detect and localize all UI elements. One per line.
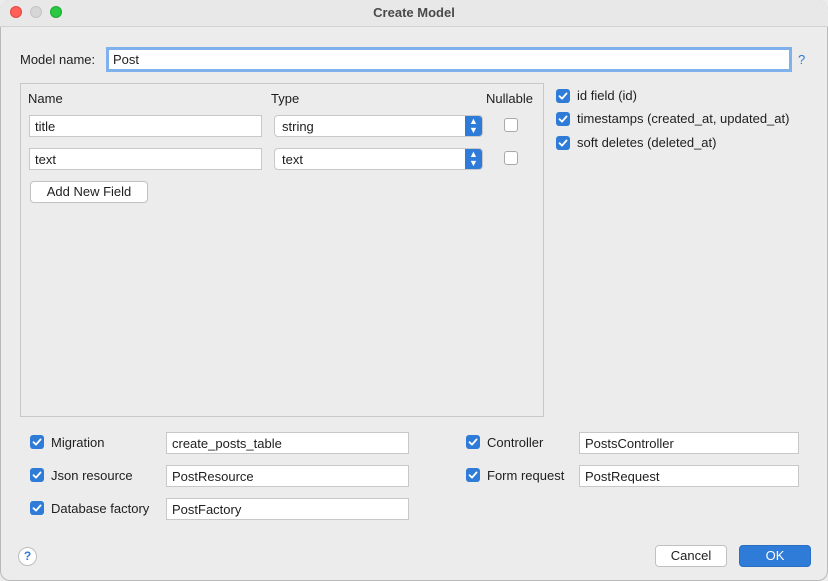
checkmark-icon (468, 471, 478, 479)
controller-checkbox[interactable] (466, 435, 480, 449)
column-header-name: Name (28, 91, 63, 106)
field-type-value: text (282, 152, 303, 167)
migration-input[interactable] (166, 432, 409, 454)
timestamps-label: timestamps (created_at, updated_at) (577, 111, 790, 126)
column-header-type: Type (271, 91, 300, 106)
model-name-input[interactable] (106, 47, 792, 72)
id-field-checkbox[interactable] (556, 89, 570, 103)
add-new-field-button[interactable]: Add New Field (30, 181, 148, 203)
form-request-checkbox[interactable] (466, 468, 480, 482)
field-name-input-title[interactable] (29, 115, 262, 137)
checkmark-icon (468, 438, 478, 446)
field-type-select-title[interactable]: string ▲ ▼ (274, 115, 483, 137)
dialog-title: Create Model (373, 5, 455, 20)
chevron-up-down-icon: ▲ ▼ (465, 149, 482, 169)
json-resource-input[interactable] (166, 465, 409, 487)
nullable-checkbox-title[interactable] (504, 118, 518, 132)
column-header-nullable: Nullable (486, 91, 533, 106)
model-name-help-link[interactable]: ? (798, 52, 805, 67)
timestamps-checkbox[interactable] (556, 112, 570, 126)
database-factory-checkbox[interactable] (30, 501, 44, 515)
form-request-input[interactable] (579, 465, 799, 487)
migration-checkbox[interactable] (30, 435, 44, 449)
checkmark-icon (32, 438, 42, 446)
database-factory-label: Database factory (51, 501, 150, 516)
checkmark-icon (558, 139, 568, 147)
create-model-dialog: Create Model Model name: ? Name Type Nul… (0, 0, 828, 581)
ok-button[interactable]: OK (739, 545, 811, 567)
checkmark-icon (558, 115, 568, 123)
migration-label: Migration (51, 435, 105, 450)
checkmark-icon (32, 504, 42, 512)
cancel-button[interactable]: Cancel (655, 545, 727, 567)
id-field-label: id field (id) (577, 88, 637, 103)
title-bar: Create Model (0, 0, 828, 27)
controller-label: Controller (487, 435, 544, 450)
checkmark-icon (558, 92, 568, 100)
field-type-value: string (282, 119, 314, 134)
model-name-label: Model name: (20, 52, 96, 67)
chevron-up-down-icon: ▲ ▼ (465, 116, 482, 136)
nullable-checkbox-text[interactable] (504, 151, 518, 165)
checkmark-icon (32, 471, 42, 479)
soft-deletes-label: soft deletes (deleted_at) (577, 135, 717, 150)
soft-deletes-checkbox[interactable] (556, 136, 570, 150)
form-request-label: Form request (487, 468, 565, 483)
database-factory-input[interactable] (166, 498, 409, 520)
json-resource-checkbox[interactable] (30, 468, 44, 482)
field-name-input-text[interactable] (29, 148, 262, 170)
help-button[interactable]: ? (18, 547, 37, 566)
controller-input[interactable] (579, 432, 799, 454)
field-type-select-text[interactable]: text ▲ ▼ (274, 148, 483, 170)
json-resource-label: Json resource (51, 468, 133, 483)
